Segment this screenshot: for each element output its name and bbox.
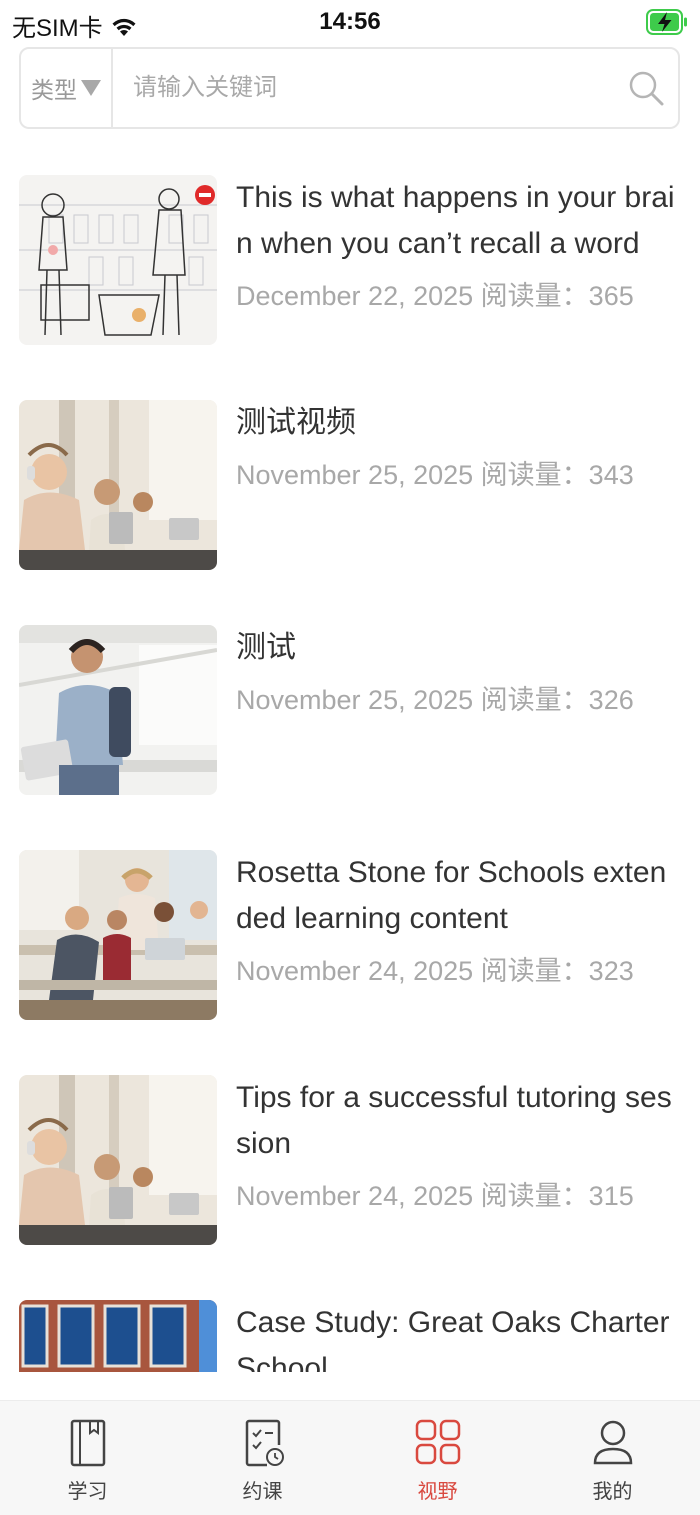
tab-label: 视野 <box>417 1481 458 1503</box>
tab-study[interactable]: 学习 <box>0 1401 175 1515</box>
article-item[interactable]: Rosetta Stone for Schools extended learn… <box>0 850 700 1020</box>
read-count-label: 阅读量： <box>480 956 589 986</box>
search-input[interactable] <box>113 49 626 127</box>
read-count-label: 阅读量： <box>480 685 589 715</box>
read-count: 315 <box>588 1181 634 1211</box>
article-thumbnail <box>19 175 217 345</box>
article-title: Rosetta Stone for Schools extended learn… <box>236 856 667 935</box>
book-icon <box>70 1419 105 1467</box>
article-thumbnail <box>19 1300 217 1372</box>
article-thumbnail <box>19 400 217 570</box>
tab-schedule[interactable]: 约课 <box>175 1401 350 1515</box>
classroom-image <box>19 850 217 1020</box>
battery-charging-icon <box>646 9 687 35</box>
article-title: 测试 <box>236 631 296 664</box>
article-item[interactable]: 测试 November 25, 2025 阅读量：326 <box>0 625 700 795</box>
status-bar: 无SIM卡 14:56 <box>0 0 700 46</box>
article-item[interactable]: 测试视频 November 25, 2025 阅读量：343 <box>0 400 700 570</box>
read-count-label: 阅读量： <box>480 281 589 311</box>
article-meta: November 24, 2025 阅读量：323 <box>236 954 676 988</box>
read-count-label: 阅读量： <box>480 460 589 490</box>
article-item[interactable]: Tips for a successful tutoring session N… <box>0 1075 700 1245</box>
kids-headphones-image <box>19 400 217 570</box>
article-title: 测试视频 <box>236 406 356 439</box>
search-icon[interactable] <box>626 68 666 108</box>
article-item[interactable]: Case Study: Great Oaks Charter School <box>0 1300 700 1372</box>
bottom-tab-bar: 学习 约课 视野 我的 <box>0 1400 700 1515</box>
article-title: This is what happens in your brain when … <box>236 181 675 260</box>
article-list: This is what happens in your brain when … <box>0 150 700 1372</box>
article-meta: November 24, 2025 阅读量：315 <box>236 1179 676 1213</box>
article-meta: November 25, 2025 阅读量：343 <box>236 458 676 492</box>
type-filter-label: 类型 <box>31 77 77 103</box>
kids-headphones-image <box>19 1075 217 1245</box>
article-item[interactable]: This is what happens in your brain when … <box>0 175 700 345</box>
read-count: 343 <box>588 460 634 490</box>
article-title: Tips for a successful tutoring session <box>236 1081 672 1160</box>
grid-icon <box>415 1419 460 1465</box>
student-tablet-image <box>19 625 217 795</box>
article-date: November 24, 2025 <box>236 956 474 986</box>
tab-vision[interactable]: 视野 <box>350 1401 525 1515</box>
user-icon <box>593 1420 632 1465</box>
tab-label: 我的 <box>592 1481 633 1503</box>
read-count: 326 <box>588 685 634 715</box>
read-count: 365 <box>588 281 634 311</box>
article-thumbnail <box>19 850 217 1020</box>
dropdown-triangle-icon <box>81 80 101 96</box>
article-date: November 25, 2025 <box>236 685 474 715</box>
ted-sketch-image <box>19 175 217 345</box>
article-date: November 24, 2025 <box>236 1181 474 1211</box>
read-count-label: 阅读量： <box>480 1181 589 1211</box>
status-time: 14:56 <box>319 8 381 35</box>
article-thumbnail <box>19 625 217 795</box>
article-meta: December 22, 2025 阅读量：365 <box>236 279 676 313</box>
search-bar: 类型 <box>19 47 680 129</box>
brick-building-image <box>19 1300 217 1372</box>
schedule-icon <box>245 1419 284 1467</box>
tab-me[interactable]: 我的 <box>525 1401 700 1515</box>
read-count: 323 <box>588 956 634 986</box>
article-date: December 22, 2025 <box>236 281 474 311</box>
article-meta: November 25, 2025 阅读量：326 <box>236 683 676 717</box>
type-filter-dropdown[interactable]: 类型 <box>21 49 113 127</box>
tab-label: 约课 <box>242 1481 283 1503</box>
article-thumbnail <box>19 1075 217 1245</box>
article-date: November 25, 2025 <box>236 460 474 490</box>
tab-label: 学习 <box>67 1481 108 1503</box>
article-title: Case Study: Great Oaks Charter School <box>236 1306 670 1372</box>
